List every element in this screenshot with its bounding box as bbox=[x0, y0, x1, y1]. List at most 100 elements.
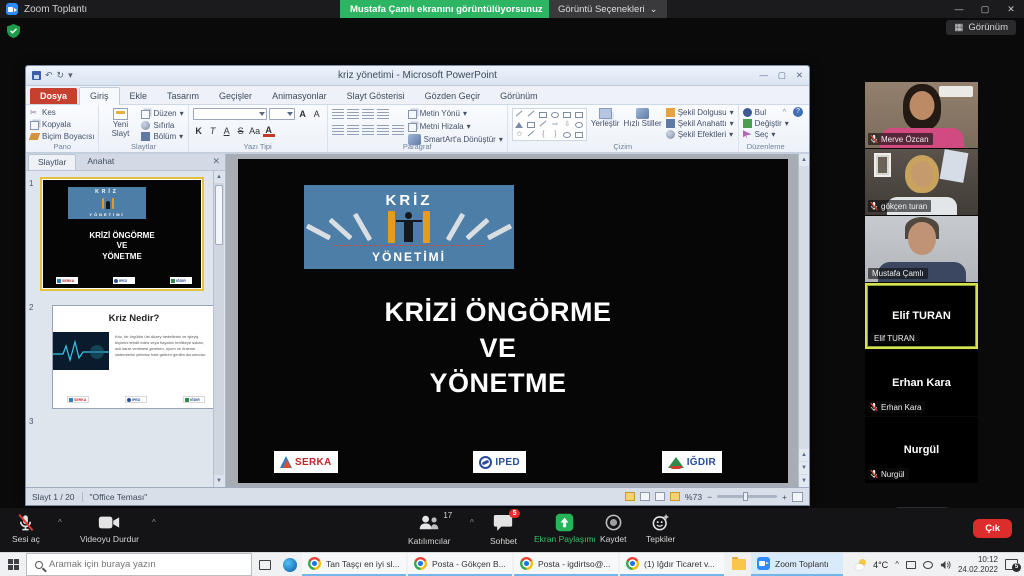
reset-button[interactable]: Sıfırla bbox=[141, 121, 183, 130]
line-spacing-icon[interactable] bbox=[377, 109, 389, 119]
ppt-titlebar[interactable]: ↶ ↻ ▾ kriz yönetimi - Microsoft PowerPoi… bbox=[26, 66, 809, 86]
fit-to-window-button[interactable] bbox=[792, 492, 803, 502]
shapes-gallery[interactable]: ⇨⇩ ✩{} bbox=[512, 108, 587, 141]
taskbar-search[interactable] bbox=[26, 553, 252, 576]
unmute-button[interactable]: Sesi aç bbox=[12, 513, 40, 544]
record-button[interactable]: Kaydet bbox=[600, 513, 626, 544]
participant-tile[interactable]: Nurgül Nurgül bbox=[865, 417, 978, 483]
tab-tasarim[interactable]: Tasarım bbox=[157, 88, 209, 104]
grow-font-button[interactable]: A bbox=[297, 108, 309, 120]
numbering-icon[interactable] bbox=[347, 109, 359, 119]
view-button[interactable]: ▦Görünüm bbox=[946, 20, 1016, 35]
task-view-button[interactable] bbox=[252, 553, 277, 576]
scroll-up-icon[interactable]: ▲ bbox=[214, 171, 224, 183]
taskbar-app-chrome[interactable]: Posta - Gökçen B... bbox=[408, 553, 512, 576]
participant-tile[interactable]: Merve Özcan bbox=[865, 82, 978, 148]
cut-button[interactable]: ✂Kes bbox=[30, 108, 94, 117]
arrange-button[interactable]: Yerleştir bbox=[591, 108, 620, 141]
search-input[interactable] bbox=[49, 559, 243, 570]
section-button[interactable]: Bölüm▾ bbox=[141, 132, 183, 141]
update-icon[interactable] bbox=[923, 561, 933, 569]
layout-button[interactable]: Düzen▾ bbox=[141, 108, 183, 119]
quick-styles-button[interactable]: Hızlı Stiller bbox=[623, 108, 661, 141]
close-button[interactable]: ✕ bbox=[998, 4, 1024, 15]
start-button[interactable] bbox=[0, 553, 26, 576]
zoom-slider[interactable] bbox=[717, 495, 777, 498]
taskbar-app-zoom[interactable]: Zoom Toplantı bbox=[751, 553, 843, 576]
display-icon[interactable] bbox=[906, 561, 916, 569]
file-explorer-button[interactable] bbox=[726, 553, 751, 576]
current-slide[interactable]: KRİZ Y bbox=[238, 159, 788, 483]
replace-button[interactable]: Değiştir▾ bbox=[743, 119, 789, 128]
chat-button[interactable]: 5 Sohbet bbox=[490, 513, 517, 546]
scroll-up-icon[interactable]: ▲ bbox=[799, 154, 809, 166]
tab-gecisler[interactable]: Geçişler bbox=[209, 88, 262, 104]
help-icon[interactable]: ? bbox=[793, 107, 803, 117]
share-screen-button[interactable]: Ekran Paylaşımı bbox=[534, 513, 596, 544]
shape-outline-button[interactable]: Şekil Anahattı▾ bbox=[666, 119, 734, 128]
italic-button[interactable]: T bbox=[207, 125, 219, 137]
align-right-icon[interactable] bbox=[362, 125, 374, 135]
normal-view-button[interactable] bbox=[625, 492, 635, 501]
underline-button[interactable]: A bbox=[221, 125, 233, 137]
tab-dosya[interactable]: Dosya bbox=[30, 88, 77, 104]
tab-giris[interactable]: Giriş bbox=[79, 87, 120, 105]
panel-scrollbar[interactable]: ▲ ▼ bbox=[213, 171, 224, 487]
participant-tile-active-speaker[interactable]: Elif TURAN Elif TURAN bbox=[865, 283, 978, 349]
participant-tile[interactable]: gökçen turan bbox=[865, 149, 978, 215]
participants-button[interactable]: 17 Katılımcılar bbox=[408, 513, 451, 546]
shadow-button[interactable]: S bbox=[235, 125, 247, 137]
ppt-maximize-button[interactable]: ▢ bbox=[778, 70, 786, 81]
indent-icon[interactable] bbox=[362, 109, 374, 119]
participant-tile[interactable]: Mustafa Çamlı bbox=[865, 216, 978, 282]
shape-fill-button[interactable]: Şekil Dolgusu▾ bbox=[666, 108, 734, 117]
panel-tab-anahat[interactable]: Anahat bbox=[78, 154, 123, 170]
bullets-icon[interactable] bbox=[332, 109, 344, 119]
tray-expand-icon[interactable]: ^ bbox=[895, 560, 899, 569]
copy-button[interactable]: Kopyala bbox=[30, 119, 94, 130]
align-left-icon[interactable] bbox=[332, 125, 344, 135]
scroll-down-icon[interactable]: ▼ bbox=[214, 475, 224, 487]
reading-view-button[interactable] bbox=[655, 492, 665, 501]
new-slide-button[interactable]: Yeni Slayt bbox=[103, 108, 137, 141]
collapse-ribbon-icon[interactable]: ^ bbox=[783, 109, 786, 116]
next-slide-icon[interactable]: ▼ bbox=[799, 462, 809, 474]
slideshow-view-button[interactable] bbox=[670, 492, 680, 501]
participants-caret[interactable]: ^ bbox=[470, 518, 474, 527]
previous-slide-icon[interactable]: ▲ bbox=[799, 449, 809, 461]
panel-tab-slaytlar[interactable]: Slaytlar bbox=[28, 154, 76, 170]
align-text-button[interactable]: Metni Hizala▾ bbox=[408, 121, 503, 132]
case-button[interactable]: Aa bbox=[249, 125, 261, 137]
select-button[interactable]: Seç▾ bbox=[743, 130, 789, 139]
tab-ekle[interactable]: Ekle bbox=[120, 88, 158, 104]
video-options-caret[interactable]: ^ bbox=[152, 518, 156, 527]
ppt-close-button[interactable]: ✕ bbox=[796, 70, 803, 81]
edge-button[interactable] bbox=[277, 553, 302, 576]
shrink-font-button[interactable]: A bbox=[311, 108, 323, 120]
tab-slayt-gosterisi[interactable]: Slayt Gösterisi bbox=[337, 88, 415, 104]
bold-button[interactable]: K bbox=[193, 125, 205, 137]
format-painter-button[interactable]: Biçim Boyacısı bbox=[30, 132, 94, 141]
taskbar-clock[interactable]: 10:12 24.02.2022 bbox=[958, 555, 998, 575]
tab-animasyonlar[interactable]: Animasyonlar bbox=[262, 88, 337, 104]
taskbar-app-chrome[interactable]: Tan Taşçı en iyi sl... bbox=[302, 553, 406, 576]
taskbar-app-chrome[interactable]: (1) Iğdır Ticaret v... bbox=[620, 553, 724, 576]
minimize-button[interactable]: — bbox=[946, 4, 972, 14]
view-options-button[interactable]: Görüntü Seçenekleri⌄ bbox=[549, 0, 667, 18]
reactions-button[interactable]: Tepkiler bbox=[646, 513, 675, 544]
zoom-in-icon[interactable]: + bbox=[782, 492, 787, 502]
speaker-icon[interactable] bbox=[940, 560, 951, 570]
tab-gorunum[interactable]: Görünüm bbox=[490, 88, 548, 104]
scroll-down-icon[interactable]: ▼ bbox=[799, 475, 809, 487]
text-direction-button[interactable]: Metin Yönü▾ bbox=[408, 108, 503, 119]
stop-video-button[interactable]: Videoyu Durdur bbox=[80, 513, 139, 544]
slide-thumbnail-2[interactable]: Kriz Nedir? Kriz, bir örgütün üst düzey … bbox=[52, 305, 216, 409]
ppt-minimize-button[interactable]: — bbox=[759, 70, 768, 81]
sorter-view-button[interactable] bbox=[640, 492, 650, 501]
editor-scrollbar[interactable]: ▲ ▲ ▼ ▼ bbox=[798, 154, 809, 487]
leave-meeting-button[interactable]: Çık bbox=[973, 519, 1012, 538]
participant-tile[interactable]: Erhan Kara Erhan Kara bbox=[865, 350, 978, 416]
slide-thumbnail-1[interactable]: KRİZ YÖNETİMİ KRİZİ ÖNGÖRME VE YÖNETME bbox=[40, 177, 204, 291]
weather-icon[interactable] bbox=[855, 559, 866, 570]
font-size-select[interactable] bbox=[269, 108, 295, 120]
